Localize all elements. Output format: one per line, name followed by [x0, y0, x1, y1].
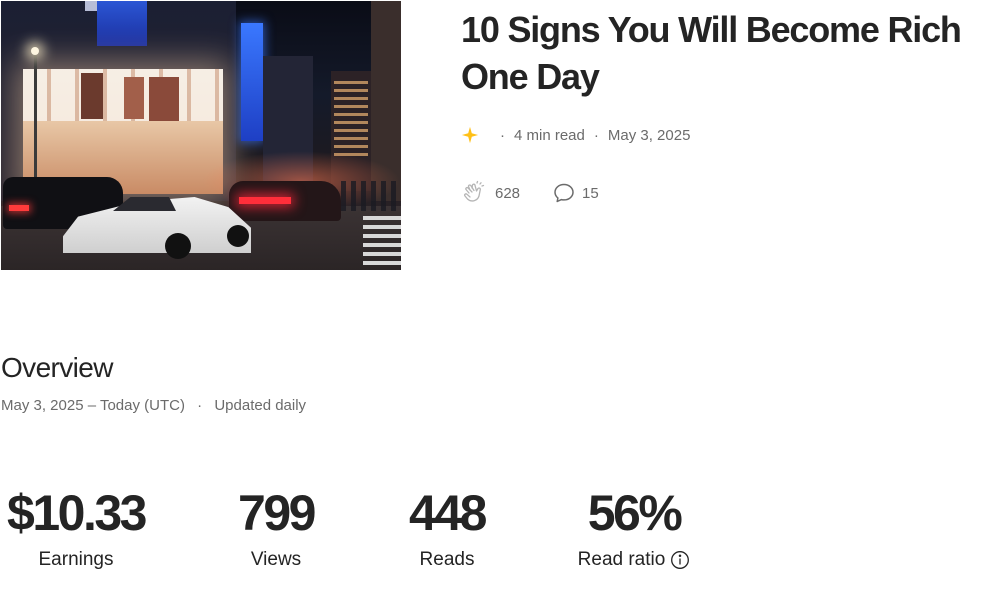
neon-sign	[241, 23, 263, 141]
tail-light	[239, 197, 291, 204]
overview-heading: Overview	[1, 352, 113, 383]
building-windows	[334, 76, 368, 156]
metric-label: Views	[250, 549, 302, 570]
metric-read-ratio: 56% Read ratio	[568, 484, 700, 571]
poster	[81, 73, 103, 119]
overview-subtitle: May 3, 2025 – Today (UTC) · Updated dail…	[1, 397, 306, 414]
info-icon[interactable]	[670, 550, 690, 570]
sparkle-icon[interactable]	[461, 126, 479, 144]
car-wheel	[227, 225, 249, 247]
metric-value: 56%	[587, 485, 683, 541]
metric-value: $10.33	[7, 485, 147, 541]
metric-earnings: $10.33 Earnings	[0, 484, 152, 571]
pedestrians	[341, 181, 401, 211]
street-lamp	[31, 47, 39, 55]
metric-reads: 448 Reads	[392, 484, 502, 571]
separator: ·	[197, 397, 203, 414]
tail-light	[9, 205, 29, 211]
publish-date: May 3, 2025	[607, 126, 691, 144]
storefront-windows	[23, 69, 223, 121]
crosswalk	[363, 216, 401, 270]
article-hero-image[interactable]	[1, 1, 401, 270]
article-title[interactable]: 10 Signs You Will Become Rich One Day	[461, 6, 1006, 100]
metric-label: Read ratio	[577, 549, 666, 570]
read-time: 4 min read	[514, 126, 585, 144]
separator: ·	[593, 126, 599, 144]
date-range[interactable]: May 3, 2025 – Today (UTC)	[1, 397, 185, 414]
response-icon[interactable]	[552, 181, 576, 205]
metric-views: 799 Views	[220, 484, 332, 571]
response-count: 15	[582, 184, 599, 202]
billboard	[97, 1, 147, 46]
metric-label: Reads	[419, 549, 475, 570]
update-note: Updated daily	[214, 397, 307, 414]
poster	[149, 77, 179, 121]
article-meta: · 4 min read · May 3, 2025	[461, 124, 690, 146]
car-wheel	[165, 233, 191, 259]
engagement-row: 628 15	[462, 180, 599, 206]
poster	[124, 77, 144, 119]
clap-icon[interactable]	[462, 180, 488, 206]
metric-value: 799	[238, 485, 316, 541]
metric-value: 448	[409, 485, 487, 541]
metric-label: Earnings	[38, 549, 114, 570]
clap-count: 628	[495, 184, 521, 202]
separator: ·	[500, 126, 505, 144]
